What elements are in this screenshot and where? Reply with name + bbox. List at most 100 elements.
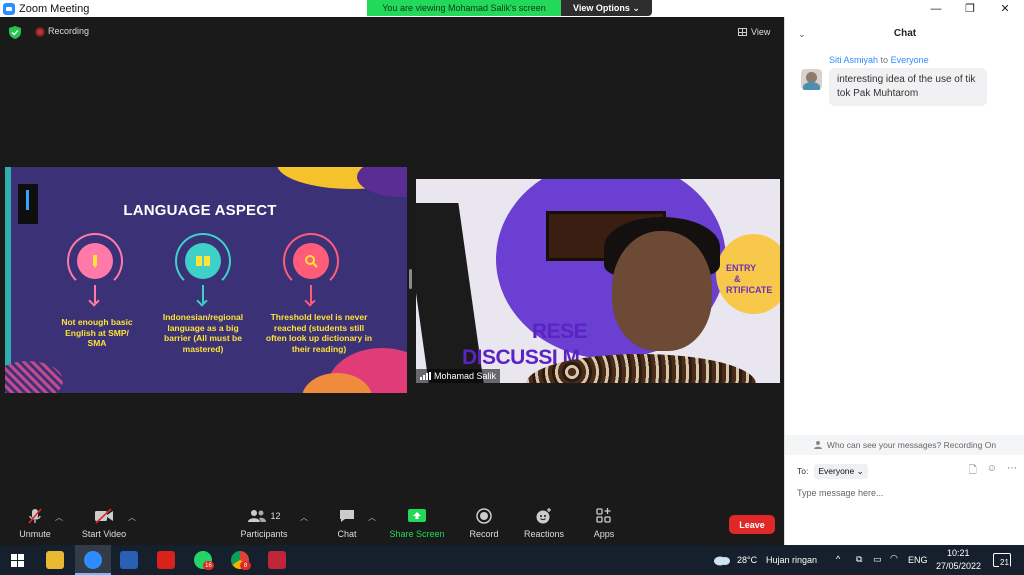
pdf-reader-icon[interactable] [157, 551, 175, 569]
magnifier-icon [293, 243, 329, 279]
whatsapp-badge: 16 [203, 561, 214, 570]
record-icon [476, 508, 492, 524]
start-video-label: Start Video [81, 529, 127, 539]
file-explorer-icon[interactable] [46, 551, 64, 569]
participants-button[interactable]: 12 Participants [229, 506, 299, 539]
book-icon [185, 243, 221, 279]
microphone-muted-icon [28, 508, 42, 524]
participants-label: Participants [240, 529, 288, 539]
chat-recipient-row: To: Everyone ⌄ 🗋 ☺ ⋯ [797, 463, 1017, 479]
chat-message-input[interactable] [797, 485, 1013, 501]
participant-face [612, 231, 712, 351]
signal-strength-icon [420, 372, 431, 380]
window-title: Zoom Meeting [19, 2, 90, 15]
tray-overflow-icon[interactable]: ^ [836, 554, 840, 564]
weather-temperature: 28°C [737, 555, 758, 565]
clock-time[interactable]: 10:21 [947, 548, 970, 558]
participants-options-caret-icon[interactable]: ︿ [300, 512, 308, 523]
recording-label[interactable]: Recording [48, 26, 89, 36]
file-icon[interactable]: 🗋 [969, 463, 977, 480]
more-options-icon[interactable]: ⋯ [1007, 463, 1017, 480]
battery-icon[interactable]: ▭ [873, 554, 882, 565]
video-options-caret-icon[interactable]: ︿ [128, 512, 136, 523]
meeting-toolbar: Unmute ︿ Start Video ︿ 12 Participants ︿… [0, 498, 784, 545]
apps-grid-icon [596, 508, 611, 523]
close-button[interactable]: ✕ [988, 0, 1022, 17]
slide-logo [18, 184, 38, 224]
chat-label: Chat [337, 529, 357, 539]
share-screen-icon [408, 509, 426, 522]
chat-privacy-text: Who can see your messages? Recording On [826, 440, 997, 450]
wifi-icon[interactable]: ◠ [890, 553, 898, 564]
share-screen-label: Share Screen [389, 529, 445, 539]
notification-count: 21 [999, 558, 1010, 567]
slide-arrow-icon [310, 285, 312, 303]
panel-resize-handle[interactable] [409, 269, 412, 289]
slide-title: LANGUAGE ASPECT [123, 202, 277, 219]
chat-to-word: to [880, 55, 889, 65]
zoom-app-icon [3, 2, 15, 15]
unmute-label: Unmute [19, 529, 51, 539]
view-button[interactable]: View [738, 25, 770, 39]
word-icon[interactable] [120, 551, 138, 569]
chat-message-bubble[interactable]: interesting idea of the use of tik tok P… [829, 68, 987, 106]
meeting-app-icon[interactable] [268, 551, 286, 569]
chat-panel: ⌄ Chat Siti Asmiyah to Everyone interest… [784, 17, 1024, 545]
grid-view-icon [738, 28, 747, 36]
apps-button[interactable]: Apps [569, 506, 639, 539]
participants-icon [248, 510, 267, 522]
chat-sender-name[interactable]: Siti Asmiyah [829, 55, 878, 65]
people-icon [813, 441, 822, 449]
chat-bubble-icon [340, 510, 354, 522]
participants-count: 12 [270, 511, 281, 521]
slide-decoration [5, 167, 11, 393]
chat-title: Chat [893, 28, 917, 39]
pencil-icon [77, 243, 113, 279]
slide-decoration [5, 361, 63, 393]
chat-header: ⌄ Chat [785, 17, 1024, 49]
chat-message-header: Siti Asmiyah to Everyone [829, 55, 929, 65]
windows-start-icon[interactable] [11, 554, 24, 567]
participant-video-tile[interactable]: ENTRY & RTIFICATE RESE DISCUSSI M Mohama… [416, 179, 780, 383]
slide-item-text: Threshold level is never reached (studen… [265, 312, 373, 354]
chat-recipient-name: Everyone [890, 55, 929, 65]
video-off-icon [95, 508, 113, 524]
weather-cloud-icon[interactable] [713, 554, 731, 566]
tray-meet-icon[interactable]: ⧉ [856, 554, 862, 565]
slide-item-text: Not enough basic English at SMP/ SMA [61, 317, 133, 348]
share-screen-button[interactable]: Share Screen [382, 506, 452, 539]
weather-description: Hujan ringan [766, 555, 818, 565]
chat-recipient-select[interactable]: Everyone ⌄ [814, 463, 868, 479]
smiley-plus-icon [536, 508, 551, 524]
slide-decoration [357, 167, 407, 197]
sender-avatar [801, 69, 822, 90]
slide-arrow-icon [94, 285, 96, 303]
participant-name-tag: Mohamad Salik [416, 369, 501, 383]
chat-tool-icons: 🗋 ☺ ⋯ [969, 463, 1017, 480]
chrome-badge: 8 [240, 561, 251, 570]
meeting-status-row: Recording View [0, 17, 784, 47]
participant-name: Mohamad Salik [434, 371, 497, 381]
zoom-taskbar-icon[interactable] [84, 551, 102, 569]
slide-arrow-icon [202, 285, 204, 303]
chat-to-label: To: [797, 466, 809, 476]
chat-privacy-notice[interactable]: Who can see your messages? Recording On [785, 435, 1024, 455]
clock-date[interactable]: 27/05/2022 [936, 561, 981, 571]
restore-button[interactable]: ❐ [953, 0, 987, 17]
windows-taskbar: 16 8 28°C Hujan ringan ^ ⧉ ▭ ◠ ENG 10:21… [0, 545, 1024, 575]
apps-label: Apps [593, 529, 615, 539]
security-shield-icon[interactable] [9, 26, 21, 39]
audio-options-caret-icon[interactable]: ︿ [55, 512, 63, 523]
shared-screen-slide: LANGUAGE ASPECT Not enough basic English… [5, 167, 407, 393]
slide-item-text: Indonesian/regional language as a big ba… [162, 312, 244, 354]
chat-options-caret-icon[interactable]: ︿ [368, 512, 376, 523]
input-language[interactable]: ENG [908, 555, 928, 565]
recording-dot-icon [35, 27, 45, 37]
emoji-icon[interactable]: ☺ [987, 463, 997, 480]
leave-button[interactable]: Leave [729, 515, 775, 534]
view-button-label: View [751, 27, 771, 37]
minimize-button[interactable]: — [919, 0, 953, 17]
view-options-button[interactable]: View Options ⌄ [561, 0, 652, 16]
screen-share-banner: You are viewing Mohamad Salik's screen [367, 0, 561, 16]
video-backdrop-text: ENTRY & RTIFICATE [726, 263, 773, 295]
